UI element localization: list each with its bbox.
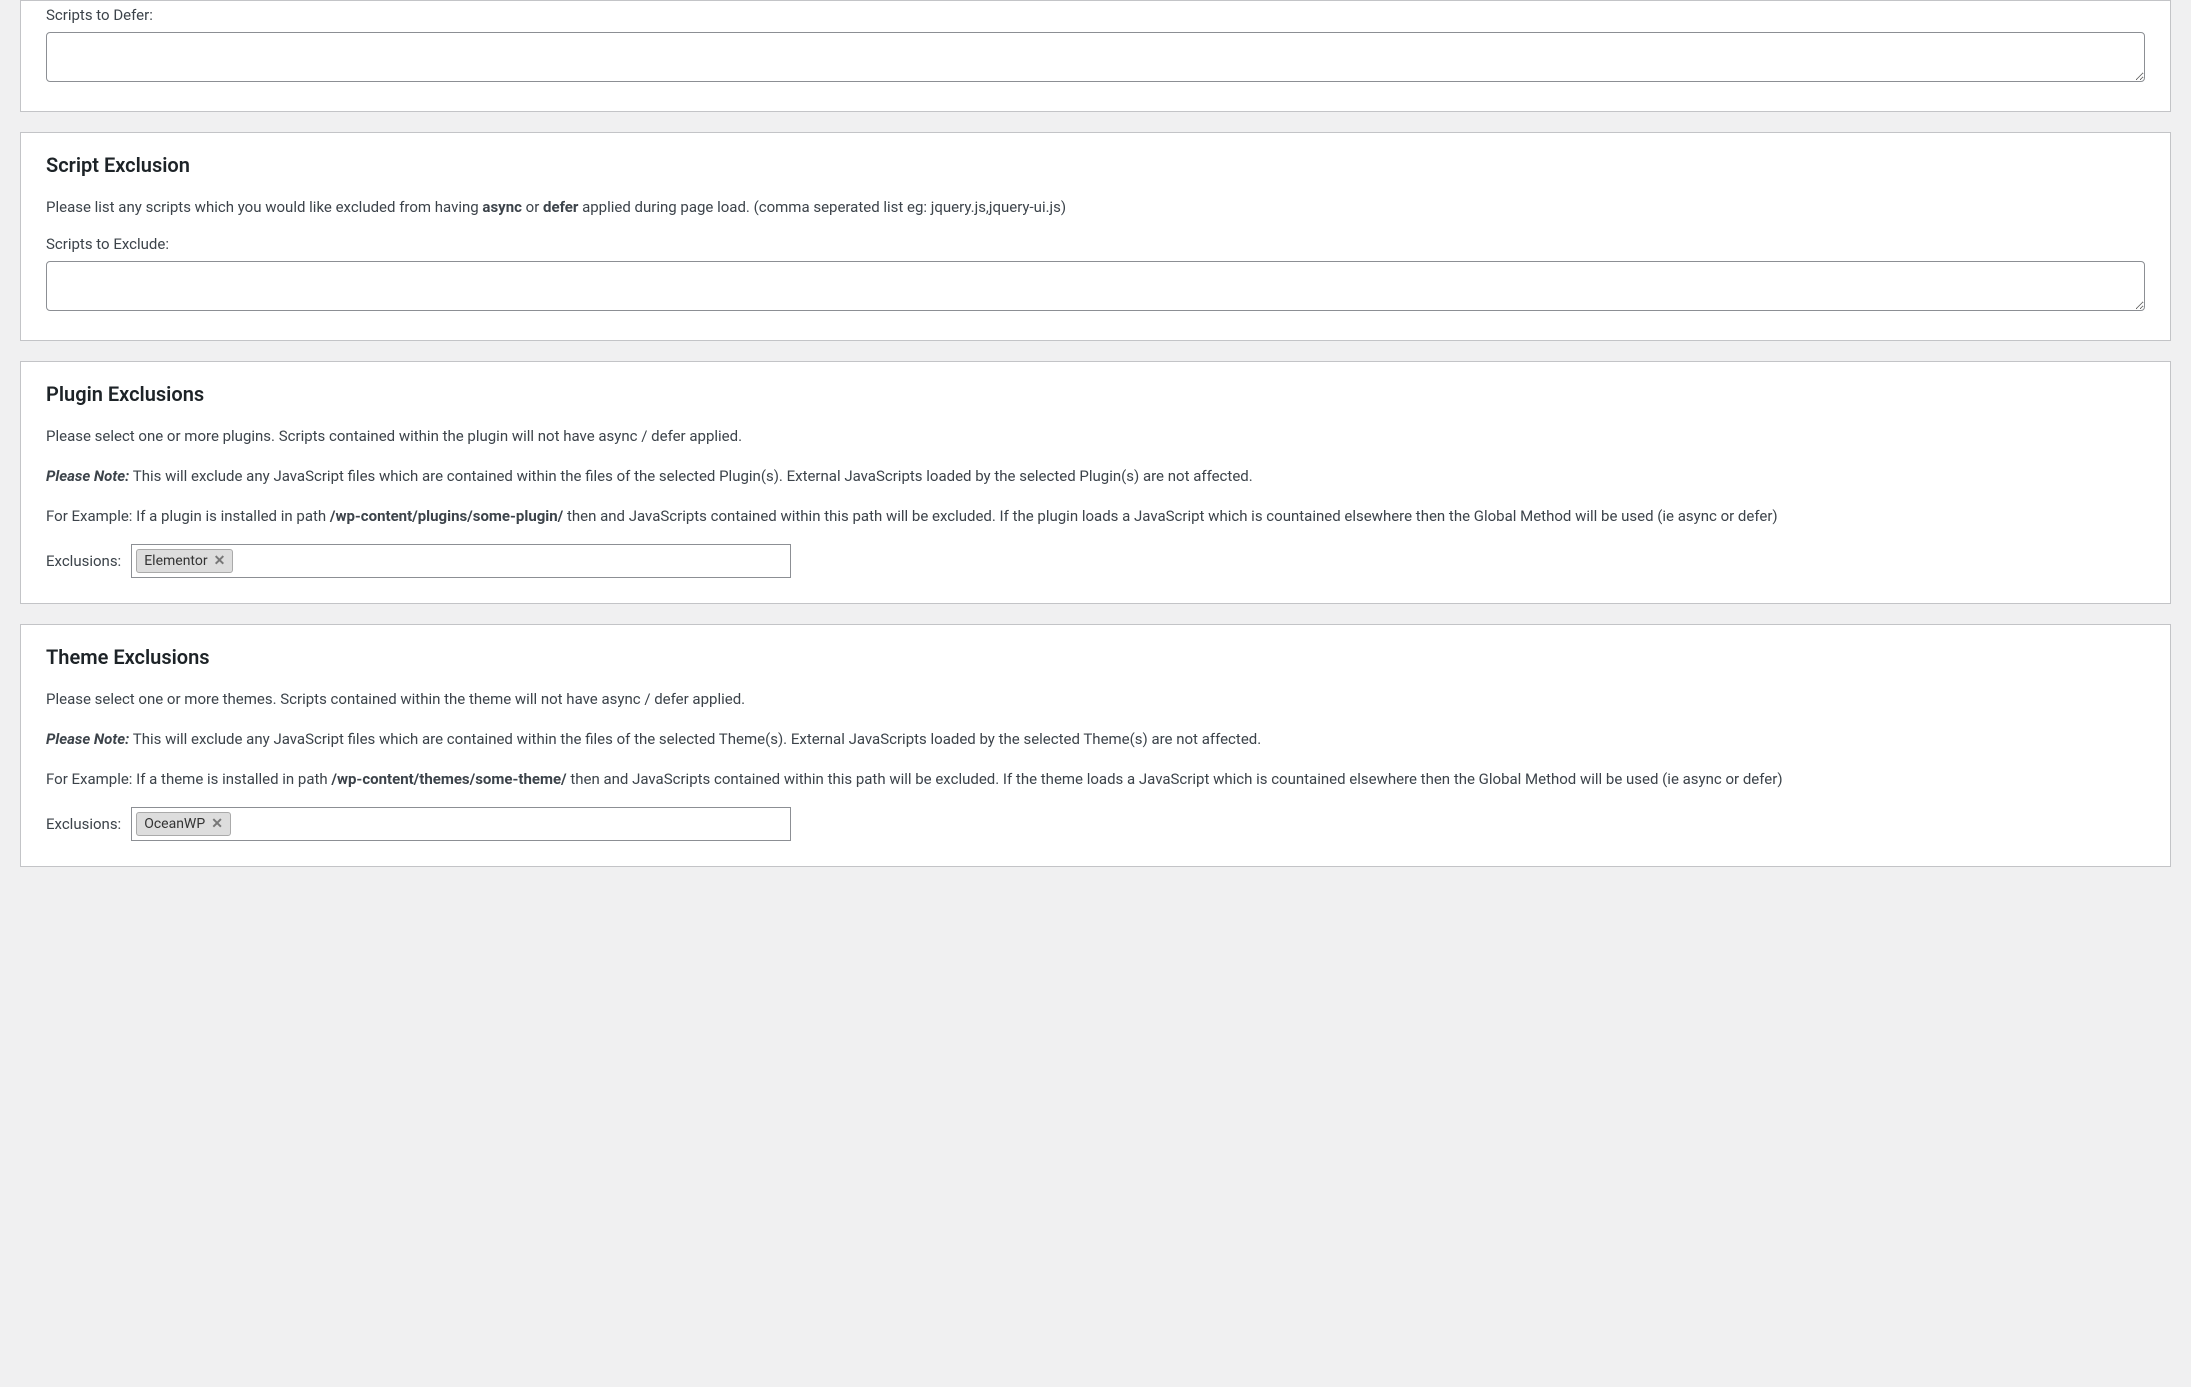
plugin-exclusions-description: Please select one or more plugins. Scrip… (46, 424, 2145, 448)
theme-exclusions-row: Exclusions: OceanWP ✕ (46, 807, 2145, 841)
scripts-defer-label: Scripts to Defer: (46, 6, 2145, 24)
theme-exclusions-input[interactable]: OceanWP ✕ (131, 807, 791, 841)
note-label: Please Note: (46, 730, 129, 748)
close-icon[interactable]: ✕ (214, 554, 226, 568)
scripts-exclude-label: Scripts to Exclude: (46, 235, 2145, 253)
scripts-defer-panel: Scripts to Defer: (20, 0, 2171, 112)
theme-exclusions-description: Please select one or more themes. Script… (46, 687, 2145, 711)
desc-text: Please list any scripts which you would … (46, 198, 482, 216)
desc-bold-async: async (482, 198, 522, 216)
plugin-exclusions-label: Exclusions: (46, 552, 121, 570)
tag-item[interactable]: Elementor ✕ (136, 549, 233, 573)
theme-exclusions-panel: Theme Exclusions Please select one or mo… (20, 624, 2171, 867)
tag-label: OceanWP (144, 816, 205, 832)
tag-label: Elementor (144, 553, 207, 569)
example-path: /wp-content/plugins/some-plugin/ (330, 507, 563, 525)
scripts-defer-textarea[interactable] (46, 32, 2145, 82)
note-text: This will exclude any JavaScript files w… (129, 730, 1261, 748)
desc-text: applied during page load. (comma seperat… (578, 198, 1066, 216)
example-text: For Example: If a theme is installed in … (46, 770, 331, 788)
note-label: Please Note: (46, 467, 129, 485)
example-path: /wp-content/themes/some-theme/ (331, 770, 566, 788)
plugin-exclusions-note: Please Note: This will exclude any JavaS… (46, 464, 2145, 488)
tag-item[interactable]: OceanWP ✕ (136, 812, 231, 836)
desc-text: or (522, 198, 543, 216)
script-exclusion-description: Please list any scripts which you would … (46, 195, 2145, 219)
script-exclusion-heading: Script Exclusion (46, 153, 2145, 177)
note-text: This will exclude any JavaScript files w… (129, 467, 1252, 485)
script-exclusion-panel: Script Exclusion Please list any scripts… (20, 132, 2171, 341)
close-icon[interactable]: ✕ (211, 817, 223, 831)
scripts-exclude-textarea[interactable] (46, 261, 2145, 311)
example-text: For Example: If a plugin is installed in… (46, 507, 330, 525)
plugin-exclusions-input[interactable]: Elementor ✕ (131, 544, 791, 578)
example-text: then and JavaScripts contained within th… (563, 507, 1777, 525)
desc-bold-defer: defer (543, 198, 578, 216)
theme-exclusions-example: For Example: If a theme is installed in … (46, 767, 2145, 791)
plugin-exclusions-heading: Plugin Exclusions (46, 382, 2145, 406)
plugin-exclusions-panel: Plugin Exclusions Please select one or m… (20, 361, 2171, 604)
plugin-exclusions-example: For Example: If a plugin is installed in… (46, 504, 2145, 528)
theme-exclusions-heading: Theme Exclusions (46, 645, 2145, 669)
example-text: then and JavaScripts contained within th… (567, 770, 1783, 788)
plugin-exclusions-row: Exclusions: Elementor ✕ (46, 544, 2145, 578)
theme-exclusions-label: Exclusions: (46, 815, 121, 833)
theme-exclusions-note: Please Note: This will exclude any JavaS… (46, 727, 2145, 751)
